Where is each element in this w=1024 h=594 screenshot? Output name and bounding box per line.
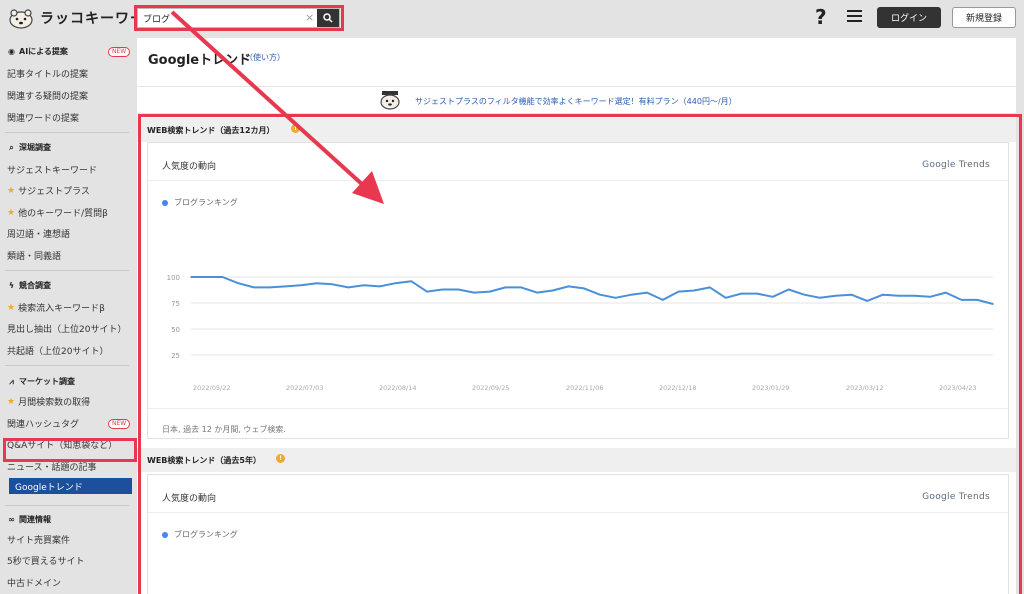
sidebar-item-google-trends[interactable]: Googleトレンド	[9, 478, 132, 494]
sidebar-item-question-suggest[interactable]: 関連する疑問の提案	[7, 89, 88, 102]
chart-icon: ⩘	[9, 376, 14, 386]
magnifier-icon: ⌕	[9, 142, 14, 152]
login-button[interactable]: ログイン	[877, 7, 941, 28]
sidebar-section-deep: ⌕ 深堀調査	[7, 142, 51, 153]
sidebar-item-used-domain[interactable]: 中古ドメイン	[7, 576, 61, 589]
ai-icon: ◉	[8, 47, 15, 56]
sidebar-item-other-keywords[interactable]: ★ 他のキーワード/質問β	[7, 206, 108, 220]
sidebar-section-related: ∞ 関連情報	[8, 515, 51, 524]
otter-mascot-icon	[380, 91, 400, 110]
sidebar-section-market: ⩘ マーケット調査	[7, 376, 75, 387]
sidebar-nav: ◉ AIによる提案 NEW 記事タイトルの提案 関連する疑問の提案 関連ワードの提…	[0, 36, 134, 594]
sidebar-divider	[5, 505, 129, 506]
top-header: ラッコキーワード × ? ログイン 新規登録	[0, 0, 1024, 36]
sidebar-item-suggest-plus[interactable]: ★ サジェストプラス	[7, 184, 90, 198]
star-icon: ★	[7, 302, 16, 313]
sidebar-item-heading-extract[interactable]: 見出し抽出（上位20サイト）	[7, 322, 126, 335]
sidebar-item-hashtags[interactable]: 関連ハッシュタグ	[7, 417, 79, 430]
sidebar-highlight-box	[3, 438, 137, 462]
new-badge: NEW	[108, 47, 131, 57]
new-badge: NEW	[108, 419, 131, 429]
usage-link[interactable]: （使い方）	[245, 52, 285, 63]
trend-highlight-box	[138, 114, 1022, 594]
sidebar-item-synonyms[interactable]: 類語・同義語	[7, 249, 61, 262]
sidebar-section-competitor: ϟ 競合調査	[8, 281, 51, 290]
hamburger-menu-icon[interactable]	[847, 10, 862, 23]
promo-banner[interactable]: サジェストプラスのフィルタ機能で効率よくキーワード選定！有料プラン（440円〜/…	[137, 86, 1016, 114]
sidebar-item-cooccurrence[interactable]: 共起語（上位20サイト）	[7, 344, 108, 357]
sidebar-item-site-sales[interactable]: サイト売買案件	[7, 533, 70, 546]
star-icon: ★	[7, 396, 16, 407]
star-icon: ★	[7, 185, 16, 196]
page-title: Googleトレンド	[148, 53, 252, 68]
sidebar-item-word-suggest[interactable]: 関連ワードの提案	[7, 111, 79, 124]
sidebar-item-inflow-keywords[interactable]: ★ 検索流入キーワードβ	[7, 301, 105, 315]
sidebar-item-suggest-keyword[interactable]: サジェストキーワード	[7, 163, 97, 176]
otter-logo-icon	[9, 9, 33, 29]
sidebar-item-title-suggest[interactable]: 記事タイトルの提案	[7, 67, 88, 80]
register-button[interactable]: 新規登録	[952, 7, 1016, 28]
star-icon: ★	[7, 207, 16, 218]
sidebar-item-associated-words[interactable]: 周辺語・連想語	[7, 227, 70, 240]
sidebar-divider	[5, 270, 129, 271]
sidebar-item-monthly-volume[interactable]: ★ 月間検索数の取得	[7, 395, 90, 409]
promo-text: サジェストプラスのフィルタ機能で効率よくキーワード選定！有料プラン（440円〜/…	[415, 97, 737, 106]
sidebar-divider	[5, 365, 129, 366]
sidebar-divider	[5, 132, 129, 133]
sidebar-section-ai: ◉ AIによる提案	[8, 47, 68, 56]
search-highlight-box	[134, 5, 344, 31]
link-icon: ∞	[8, 515, 15, 524]
sidebar-item-quick-buy[interactable]: 5秒で買えるサイト	[7, 554, 84, 567]
help-icon[interactable]: ?	[815, 5, 827, 29]
lightning-icon: ϟ	[8, 281, 15, 290]
